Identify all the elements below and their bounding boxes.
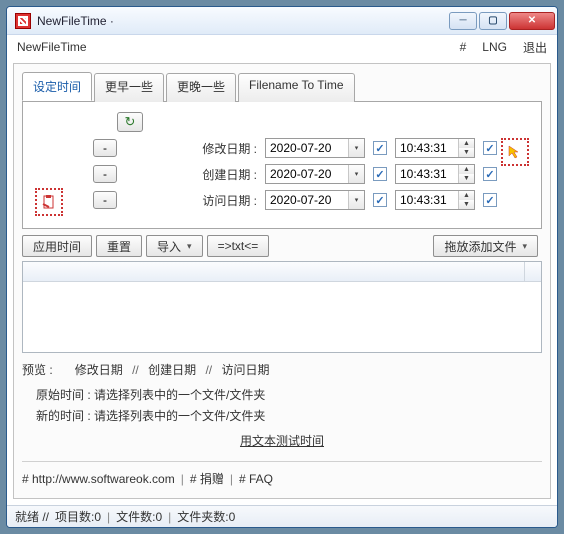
maximize-button[interactable]: ▢ [479,12,507,30]
time-accessed-checkbox[interactable]: ✓ [483,193,497,207]
date-created-input[interactable] [266,165,348,183]
date-modified-field[interactable]: ▾ [265,138,365,158]
row-created: - 创建日期 : ▾ ✓ ▲▼ ✓ [35,164,529,184]
date-modified-checkbox[interactable]: ✓ [373,141,387,155]
txt-button[interactable]: =>txt<= [207,235,270,257]
status-files: 文件数:0 [116,508,162,525]
date-created-checkbox[interactable]: ✓ [373,167,387,181]
tab-panel: ↻ - 修改日期 : ▾ ✓ ▲▼ ✓ [22,102,542,229]
orig-time-msg: 请选择列表中的一个文件/文件夹 [94,388,265,402]
minimize-button[interactable]: ─ [449,12,477,30]
label-accessed: 访问日期 : [127,192,257,209]
time-created-spinner[interactable]: ▲▼ [458,165,474,183]
time-accessed-spinner[interactable]: ▲▼ [458,191,474,209]
drag-add-button[interactable]: 拖放添加文件 [433,235,538,257]
faq-link[interactable]: # FAQ [239,472,273,486]
content-area: 设定时间 更早一些 更晚一些 Filename To Time ↻ - 修改日期… [13,63,551,499]
date-accessed-drop-icon[interactable]: ▾ [348,191,364,209]
test-time-link[interactable]: 用文本测试时间 [22,426,542,459]
time-modified-input[interactable] [396,139,458,157]
preview-accessed: 访问日期 [221,363,269,377]
hash-menu[interactable]: # [460,40,467,54]
import-button[interactable]: 导入 [146,235,203,257]
date-modified-input[interactable] [266,139,348,157]
tab-set-time[interactable]: 设定时间 [22,72,92,101]
time-modified-checkbox[interactable]: ✓ [483,141,497,155]
preview-label: 预览 : [22,363,53,377]
tab-filename-to-time[interactable]: Filename To Time [238,73,354,102]
refresh-button[interactable]: ↻ [117,112,143,132]
app-name-menu[interactable]: NewFileTime [17,40,87,54]
date-accessed-input[interactable] [266,191,348,209]
label-modified: 修改日期 : [127,140,257,157]
lng-menu[interactable]: LNG [482,40,507,54]
date-accessed-field[interactable]: ▾ [265,190,365,210]
menu-bar: NewFileTime # LNG 退出 [7,35,557,59]
preview-line: 预览 : 修改日期 // 创建日期 // 访问日期 [22,353,542,384]
cursor-icon[interactable] [501,138,529,166]
row-accessed: - 访问日期 : ▾ ✓ ▲▼ ✓ [35,190,529,210]
new-time-msg: 请选择列表中的一个文件/文件夹 [94,409,265,423]
footer-links: # http://www.softwareok.com | # 捐赠 | # F… [22,468,542,487]
remove-modified-button[interactable]: - [93,139,117,157]
preview-modified: 修改日期 [75,363,123,377]
close-button[interactable]: ✕ [509,12,555,30]
orig-time-label: 原始时间 : [36,388,91,402]
status-ready: 就绪 // [15,508,49,525]
remove-accessed-button[interactable]: - [93,191,117,209]
apply-time-button[interactable]: 应用时间 [22,235,92,257]
file-list[interactable] [22,261,542,353]
exit-menu[interactable]: 退出 [523,39,547,56]
time-accessed-field[interactable]: ▲▼ [395,190,475,210]
tab-later[interactable]: 更晚一些 [166,73,236,102]
status-folders: 文件夹数:0 [177,508,235,525]
orig-time-line: 原始时间 : 请选择列表中的一个文件/文件夹 [22,384,542,405]
time-modified-spinner[interactable]: ▲▼ [458,139,474,157]
remove-created-button[interactable]: - [93,165,117,183]
website-link[interactable]: # http://www.softwareok.com [22,472,175,486]
date-created-drop-icon[interactable]: ▾ [348,165,364,183]
app-icon [15,13,31,29]
status-items: 项目数:0 [55,508,101,525]
label-created: 创建日期 : [127,166,257,183]
file-list-header [23,262,541,282]
time-modified-field[interactable]: ▲▼ [395,138,475,158]
clipboard-icon[interactable] [35,188,63,216]
title-bar: NewFileTime · ─ ▢ ✕ [7,7,557,35]
tab-earlier[interactable]: 更早一些 [94,73,164,102]
date-modified-drop-icon[interactable]: ▾ [348,139,364,157]
date-created-field[interactable]: ▾ [265,164,365,184]
status-bar: 就绪 // 项目数:0 | 文件数:0 | 文件夹数:0 [7,505,557,527]
action-bar: 应用时间 重置 导入 =>txt<= 拖放添加文件 [22,229,542,261]
new-time-label: 新的时间 : [36,409,91,423]
time-accessed-input[interactable] [396,191,458,209]
time-created-input[interactable] [396,165,458,183]
tab-strip: 设定时间 更早一些 更晚一些 Filename To Time [22,72,542,102]
new-time-line: 新的时间 : 请选择列表中的一个文件/文件夹 [22,405,542,426]
donate-link[interactable]: # 捐赠 [190,470,224,487]
date-accessed-checkbox[interactable]: ✓ [373,193,387,207]
preview-created: 创建日期 [148,363,196,377]
row-modified: - 修改日期 : ▾ ✓ ▲▼ ✓ [35,138,529,158]
time-created-checkbox[interactable]: ✓ [483,167,497,181]
time-created-field[interactable]: ▲▼ [395,164,475,184]
window-title: NewFileTime · [37,14,449,28]
reset-button[interactable]: 重置 [96,235,142,257]
